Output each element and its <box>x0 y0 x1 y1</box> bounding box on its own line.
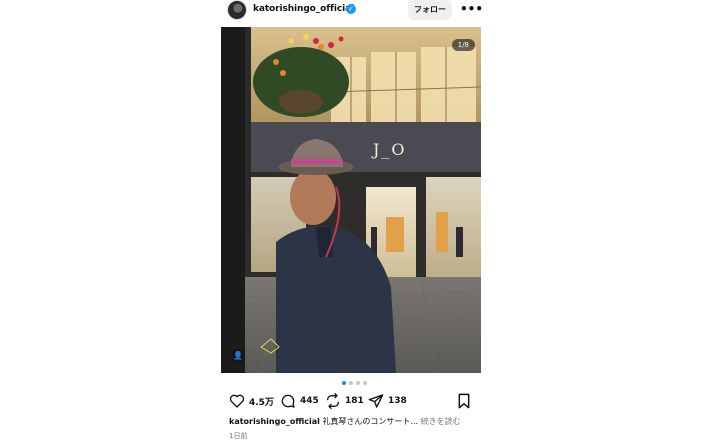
post-date: 1日前 <box>229 432 248 440</box>
post-header: katorishingo_official ✓ フォロー ••• <box>221 0 483 22</box>
instagram-post: katorishingo_official ✓ フォロー ••• J_O 1/8… <box>221 0 483 442</box>
send-icon <box>368 394 384 408</box>
carousel-dot[interactable] <box>342 381 346 385</box>
post-actions: 4.5万 445 181 138 <box>227 391 477 411</box>
repost-count: 181 <box>345 396 364 406</box>
caption-username[interactable]: katorishingo_official <box>229 417 320 426</box>
repost-button[interactable]: 181 <box>325 391 364 411</box>
share-count: 138 <box>388 396 407 406</box>
more-horizontal-icon[interactable]: ••• <box>460 2 483 16</box>
read-more-link[interactable]: 続きを読む <box>421 417 461 426</box>
comment-count: 445 <box>300 396 319 406</box>
bookmark-icon <box>458 393 470 409</box>
carousel-dot[interactable] <box>349 381 353 385</box>
heart-icon <box>229 394 245 408</box>
verified-badge-icon: ✓ <box>346 4 356 14</box>
like-button[interactable]: 4.5万 <box>229 391 274 411</box>
photo-scene: J_O <box>221 27 481 373</box>
avatar[interactable] <box>227 0 247 20</box>
carousel-dot[interactable] <box>363 381 367 385</box>
comment-icon <box>281 394 295 408</box>
repost-icon <box>327 393 339 409</box>
like-count: 4.5万 <box>249 397 274 408</box>
share-button[interactable]: 138 <box>368 391 407 411</box>
carousel-counter: 1/8 <box>451 39 475 51</box>
follow-button[interactable]: フォロー <box>408 0 452 20</box>
post-photo[interactable]: J_O 1/8 👤 <box>221 27 481 373</box>
username-link[interactable]: katorishingo_official <box>253 4 354 14</box>
carousel-dot[interactable] <box>356 381 360 385</box>
carousel-dots <box>342 381 367 385</box>
comment-button[interactable]: 445 <box>280 391 319 411</box>
user-tag-icon[interactable]: 👤 <box>231 349 245 363</box>
post-caption: katorishingo_official 礼真琴さんのコンサート... 続きを… <box>229 416 479 427</box>
store-sign: J_O <box>371 140 407 159</box>
caption-text: 礼真琴さんのコンサート... <box>322 417 419 426</box>
save-button[interactable] <box>457 393 471 413</box>
